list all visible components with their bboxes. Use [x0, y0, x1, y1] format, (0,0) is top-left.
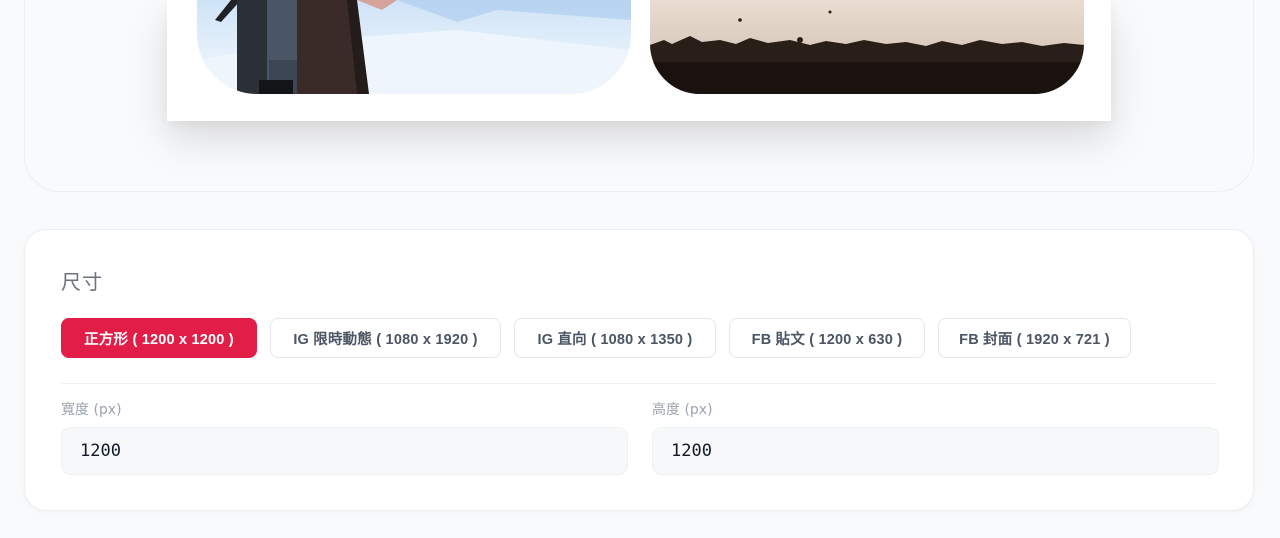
snow-person-photo: [197, 0, 631, 94]
preset-ig-portrait-button[interactable]: IG 直向 ( 1080 x 1350 ): [514, 318, 716, 358]
sunset-landscape-photo: [650, 10, 1084, 94]
collage-preview-canvas: [167, 0, 1111, 121]
height-input[interactable]: [652, 427, 1219, 475]
height-label: 高度 (px): [652, 402, 713, 418]
preset-ig-story-button[interactable]: IG 限時動態 ( 1080 x 1920 ): [270, 318, 501, 358]
size-settings-card: 尺寸 正方形 ( 1200 x 1200 ) IG 限時動態 ( 1080 x …: [24, 229, 1254, 511]
photo-slot-left[interactable]: [197, 0, 631, 94]
width-input[interactable]: [61, 427, 628, 475]
width-label: 寬度 (px): [61, 402, 122, 418]
preset-fb-post-button[interactable]: FB 貼文 ( 1200 x 630 ): [729, 318, 925, 358]
photo-slot-right[interactable]: [650, 0, 1084, 94]
section-title: 尺寸: [61, 270, 103, 294]
divider: [61, 383, 1217, 384]
preset-square-button[interactable]: 正方形 ( 1200 x 1200 ): [61, 318, 257, 358]
preset-fb-cover-button[interactable]: FB 封面 ( 1920 x 721 ): [938, 318, 1131, 358]
